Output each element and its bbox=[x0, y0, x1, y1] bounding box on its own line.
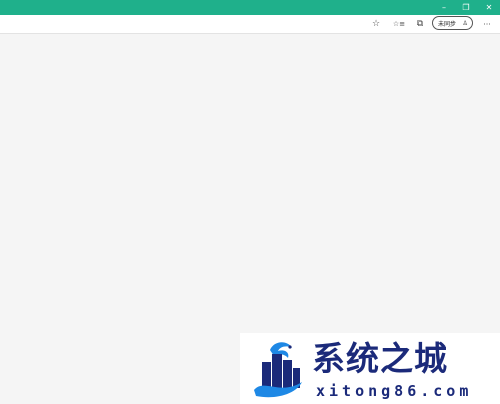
star-icon: ☆ bbox=[371, 19, 381, 29]
add-favorite-button[interactable]: ☆ bbox=[368, 17, 384, 31]
watermark-title: 系统之城 bbox=[312, 339, 448, 378]
minimize-icon: – bbox=[442, 3, 446, 12]
favorites-list-icon: ☆≡ bbox=[392, 20, 406, 28]
collections-icon: ⧉ bbox=[416, 19, 424, 29]
collections-button[interactable]: ⧉ bbox=[412, 17, 428, 31]
restore-button[interactable]: ❐ bbox=[455, 0, 477, 15]
city-logo-icon bbox=[254, 342, 302, 398]
watermark-url: xitong86.com bbox=[316, 382, 473, 400]
close-button[interactable]: ✕ bbox=[478, 0, 500, 15]
person-icon: ♙ bbox=[462, 19, 468, 27]
settings-more-button[interactable]: ··· bbox=[479, 17, 495, 31]
more-icon: ··· bbox=[483, 19, 491, 29]
favorites-button[interactable]: ☆≡ bbox=[391, 17, 407, 31]
profile-status-label: 未同步 bbox=[438, 20, 457, 28]
site-watermark: 系统之城 xitong86.com bbox=[240, 333, 500, 404]
restore-icon: ❐ bbox=[462, 3, 470, 12]
browser-toolbar: ☆ ☆≡ ⧉ 未同步 ♙ ··· bbox=[0, 15, 500, 34]
profile-button[interactable]: 未同步 ♙ bbox=[432, 16, 473, 30]
window-title-bar: – ❐ ✕ bbox=[0, 0, 500, 15]
minimize-button[interactable]: – bbox=[433, 0, 455, 15]
close-icon: ✕ bbox=[485, 3, 493, 12]
